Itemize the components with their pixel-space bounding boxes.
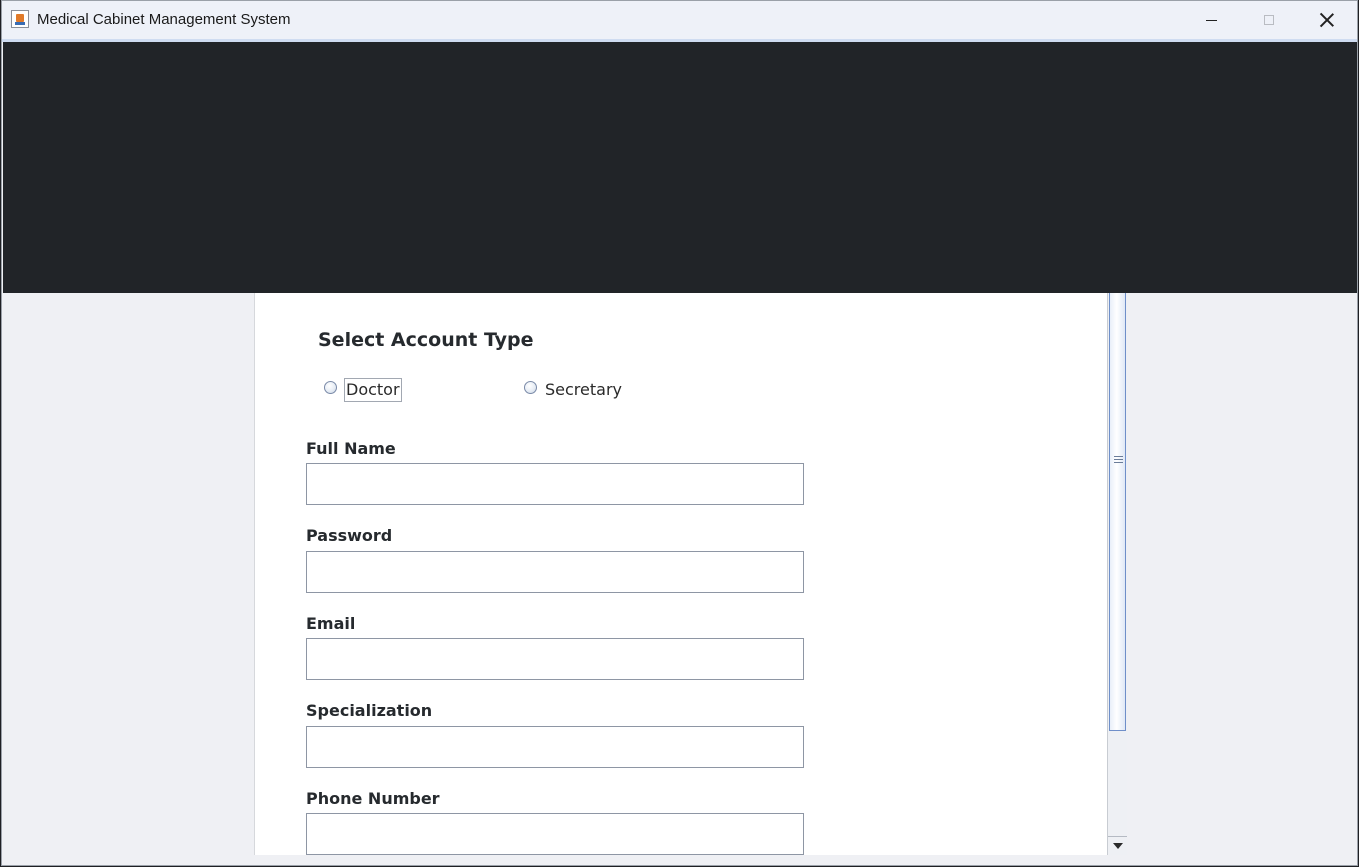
- signup-form-panel: Select Account Type Doctor Secretary Ful…: [254, 293, 1108, 855]
- secretary-radio[interactable]: [524, 381, 537, 394]
- doctor-radio[interactable]: [324, 381, 337, 394]
- vertical-scrollbar[interactable]: [1107, 293, 1127, 855]
- secretary-radio-label[interactable]: Secretary: [545, 379, 622, 401]
- phone-number-label: Phone Number: [306, 789, 440, 808]
- window-title: Medical Cabinet Management System: [37, 11, 291, 28]
- scroll-thumb[interactable]: [1109, 293, 1126, 731]
- arrow-down-icon: [1112, 843, 1123, 849]
- specialization-input[interactable]: [306, 726, 804, 768]
- minimize-icon: [1205, 19, 1217, 21]
- java-app-icon: [11, 10, 29, 28]
- maximize-icon: [1264, 15, 1274, 25]
- full-name-label: Full Name: [306, 439, 396, 458]
- account-type-heading: Select Account Type: [318, 329, 534, 351]
- title-bar[interactable]: Medical Cabinet Management System: [2, 1, 1357, 39]
- maximize-button[interactable]: [1240, 1, 1298, 39]
- header-banner: [3, 42, 1357, 293]
- specialization-label: Specialization: [306, 701, 433, 720]
- app-window: Medical Cabinet Management System Select…: [1, 0, 1358, 866]
- password-input[interactable]: [306, 551, 804, 593]
- email-label: Email: [306, 614, 356, 633]
- email-input[interactable]: [306, 638, 804, 680]
- password-label: Password: [306, 526, 393, 545]
- scroll-down-button[interactable]: [1108, 836, 1127, 855]
- close-button[interactable]: [1298, 1, 1356, 39]
- minimize-button[interactable]: [1182, 1, 1240, 39]
- close-icon: [1320, 13, 1334, 27]
- full-name-input[interactable]: [306, 463, 804, 505]
- doctor-radio-label[interactable]: Doctor: [344, 378, 402, 402]
- phone-number-input[interactable]: [306, 813, 804, 855]
- scroll-grip-icon: [1114, 456, 1123, 463]
